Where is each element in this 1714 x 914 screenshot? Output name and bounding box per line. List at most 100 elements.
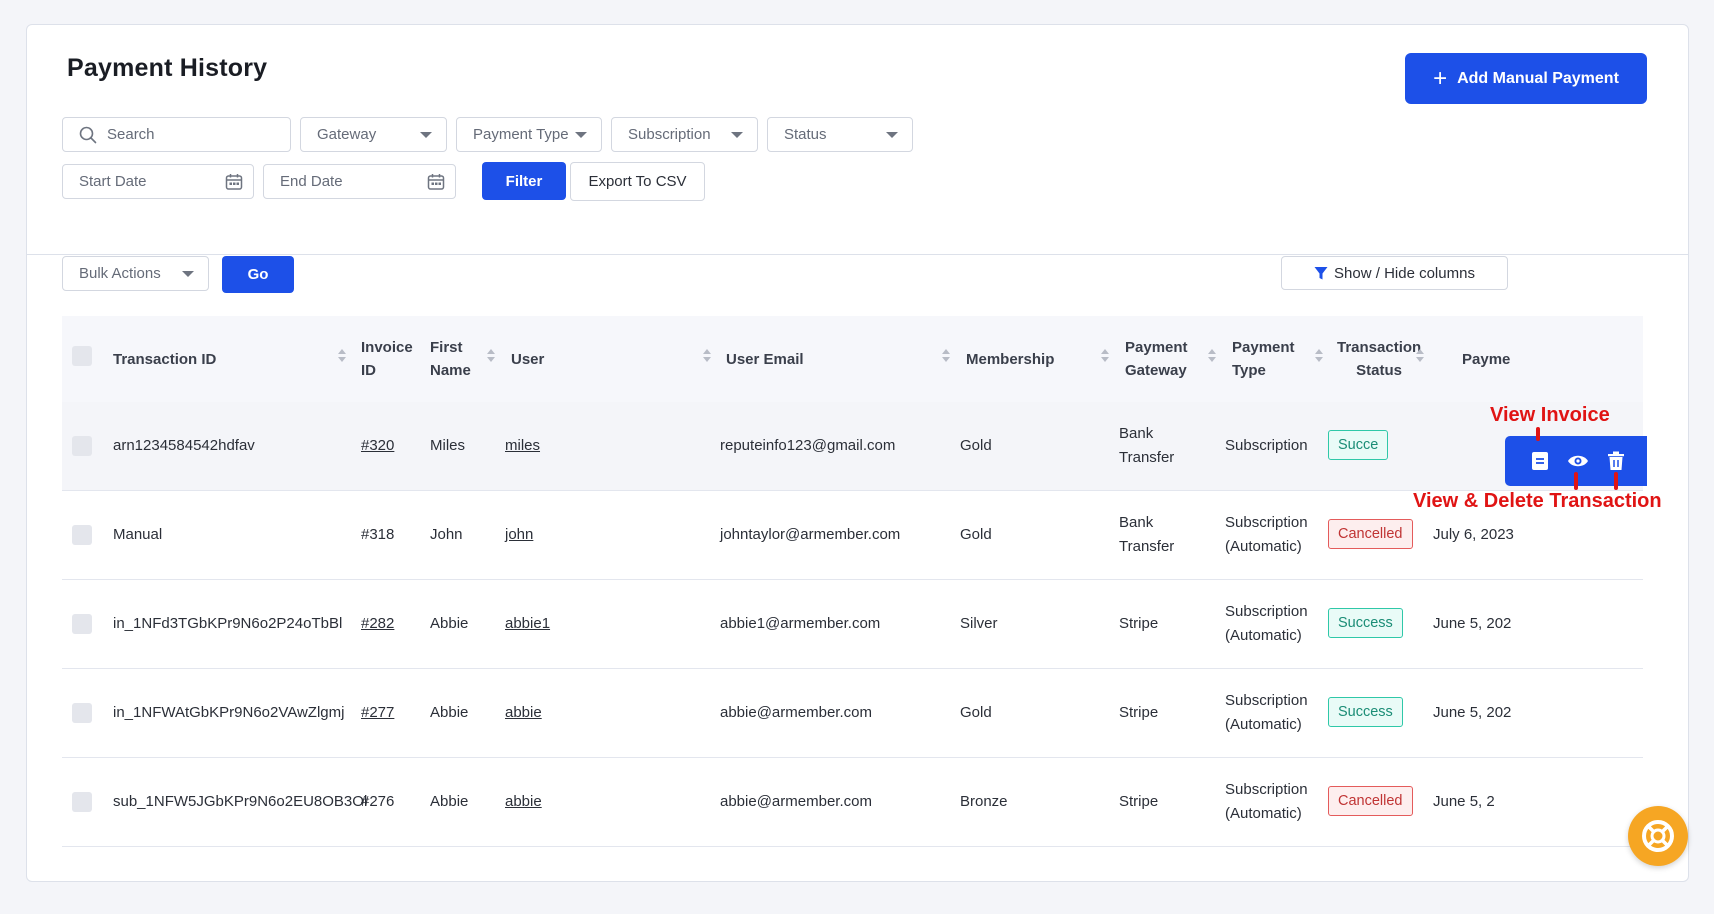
row-checkbox[interactable]	[72, 614, 92, 634]
header-payment-type[interactable]: Payment Type	[1232, 316, 1295, 402]
header-transaction-id[interactable]: Transaction ID	[113, 316, 216, 402]
header-user[interactable]: User	[511, 316, 544, 402]
cell-transaction-id: in_1NFd3TGbKPr9N6o2P24oTbBl	[113, 580, 342, 668]
cell-first-name-text: Abbie	[430, 615, 469, 632]
cell-payment-type-line2: (Automatic)	[1225, 805, 1302, 822]
bulk-actions-select[interactable]: Bulk Actions	[62, 256, 209, 291]
gateway-select-value: Gateway	[317, 126, 377, 143]
cell-user[interactable]: abbie	[505, 669, 542, 757]
search-input[interactable]: Search	[62, 117, 291, 152]
cell-first-name: Miles	[430, 402, 465, 490]
cell-user[interactable]: john	[505, 491, 533, 579]
trash-icon[interactable]	[1605, 450, 1627, 472]
cell-user-email: johntaylor@armember.com	[720, 491, 900, 579]
cell-membership: Bronze	[960, 758, 1008, 846]
export-csv-button[interactable]: Export To CSV	[570, 162, 705, 201]
header-payment-date[interactable]: Payme	[1462, 316, 1510, 402]
cell-invoice-id[interactable]: #276	[361, 758, 394, 846]
calendar-icon[interactable]	[225, 173, 243, 195]
header-invoice-id[interactable]: Invoice ID	[361, 316, 413, 402]
header-transaction-status[interactable]: Transaction Status	[1337, 316, 1421, 402]
status-badge: Success	[1328, 697, 1403, 727]
add-manual-payment-button[interactable]: + Add Manual Payment	[1405, 53, 1647, 104]
lifebuoy-icon	[1641, 819, 1675, 853]
header-status-line2: Status	[1356, 362, 1403, 379]
cell-user-email: abbie@armember.com	[720, 758, 872, 846]
header-status-line1: Transaction	[1337, 339, 1422, 356]
payment-type-select[interactable]: Payment Type	[456, 117, 602, 152]
cell-membership-text: Gold	[960, 704, 992, 721]
cell-payment-date: June 5, 2	[1433, 793, 1495, 810]
cell-payment-gateway-line1: Stripe	[1119, 793, 1159, 810]
show-hide-columns-button[interactable]: Show / Hide columns	[1281, 256, 1508, 290]
header-first-name[interactable]: First Name	[430, 316, 471, 402]
status-badge: Cancelled	[1328, 519, 1413, 549]
header-type-line2: Type	[1232, 362, 1266, 379]
filter-button[interactable]: Filter	[482, 162, 566, 200]
status-select-value: Status	[784, 126, 827, 143]
cell-transaction-id-text: sub_1NFW5JGbKPr9N6o2EU8OB3Ol	[113, 793, 368, 810]
select-all-checkbox[interactable]	[72, 346, 92, 366]
table-row[interactable]: arn1234584542hdfav #320 Miles miles reputein…	[62, 402, 1643, 491]
start-date-input[interactable]: Start Date	[62, 164, 254, 199]
table-row[interactable]: in_1NFWAtGbKPr9N6o2VAwZlgmj #277 Abbie abbi…	[62, 669, 1643, 758]
show-hide-columns-label: Show / Hide columns	[1334, 264, 1475, 282]
cell-first-name-text: Abbie	[430, 704, 469, 721]
cell-payment-gateway: Stripe	[1119, 669, 1158, 757]
row-checkbox[interactable]	[72, 525, 92, 545]
calendar-icon[interactable]	[427, 173, 445, 195]
row-checkbox[interactable]	[72, 703, 92, 723]
header-payment-gateway[interactable]: Payment Gateway	[1125, 316, 1188, 402]
cell-payment-type-line1: Subscription	[1225, 781, 1308, 798]
status-badge: Success	[1328, 608, 1403, 638]
cell-invoice-id[interactable]: #282	[361, 580, 394, 668]
cell-payment-type-line1: Subscription	[1225, 437, 1308, 454]
cell-first-name-text: Abbie	[430, 793, 469, 810]
cell-payment-gateway: Stripe	[1119, 758, 1158, 846]
cell-user-email: abbie1@armember.com	[720, 580, 880, 668]
go-button[interactable]: Go	[222, 256, 294, 293]
cell-user[interactable]: miles	[505, 402, 540, 490]
cell-user-text: abbie1	[505, 615, 551, 632]
table-header: Transaction ID Invoice ID First Name User …	[62, 316, 1643, 402]
cell-payment-type-line2: (Automatic)	[1225, 716, 1302, 733]
cell-invoice-id-text: #320	[361, 437, 395, 454]
cell-invoice-id[interactable]: #320	[361, 402, 394, 490]
cell-transaction-id: Manual	[113, 491, 162, 579]
cell-transaction-id-text: in_1NFd3TGbKPr9N6o2P24oTbBl	[113, 615, 343, 632]
cell-user[interactable]: abbie	[505, 758, 542, 846]
row-checkbox[interactable]	[72, 436, 92, 456]
table-row[interactable]: in_1NFd3TGbKPr9N6o2P24oTbBl #282 Abbie abbi…	[62, 580, 1643, 669]
cell-user-email: abbie@armember.com	[720, 669, 872, 757]
header-membership[interactable]: Membership	[966, 316, 1054, 402]
cell-transaction-id: sub_1NFW5JGbKPr9N6o2EU8OB3Ol	[113, 758, 367, 846]
header-gateway-line2: Gateway	[1125, 362, 1187, 379]
cell-payment-type-line1: Subscription	[1225, 692, 1308, 709]
invoice-icon[interactable]	[1529, 450, 1551, 472]
cell-payment-gateway-line2: Transfer	[1119, 538, 1175, 555]
cell-invoice-id[interactable]: #277	[361, 669, 394, 757]
cell-first-name: Abbie	[430, 580, 468, 668]
eye-icon[interactable]	[1567, 450, 1589, 472]
header-user-email[interactable]: User Email	[726, 316, 804, 402]
status-select[interactable]: Status	[767, 117, 913, 152]
gateway-select[interactable]: Gateway	[300, 117, 447, 152]
cell-user[interactable]: abbie1	[505, 580, 550, 668]
cell-invoice-id[interactable]: #318	[361, 491, 394, 579]
subscription-select[interactable]: Subscription	[611, 117, 758, 152]
cell-payment-gateway-line1: Stripe	[1119, 615, 1159, 632]
cell-payment-type: Subscription	[1225, 402, 1308, 490]
cell-payment-date: June 5, 202	[1433, 615, 1512, 632]
annotation-view-delete: View & Delete Transaction	[1413, 490, 1662, 512]
annotation-arrow	[1574, 472, 1578, 490]
annotation-arrow	[1536, 427, 1540, 441]
cell-user-email-text: reputeinfo123@gmail.com	[720, 437, 896, 454]
row-checkbox[interactable]	[72, 792, 92, 812]
help-button[interactable]	[1628, 806, 1688, 866]
cell-payment-type: Subscription (Automatic)	[1225, 580, 1308, 668]
cell-membership-text: Silver	[960, 615, 998, 632]
end-date-input[interactable]: End Date	[263, 164, 456, 199]
table-row[interactable]: Manual #318 John john johntaylor@armember.co…	[62, 491, 1643, 580]
table-row[interactable]: sub_1NFW5JGbKPr9N6o2EU8OB3Ol #276 Abbie abb…	[62, 758, 1643, 847]
header-gateway-line1: Payment	[1125, 339, 1188, 356]
